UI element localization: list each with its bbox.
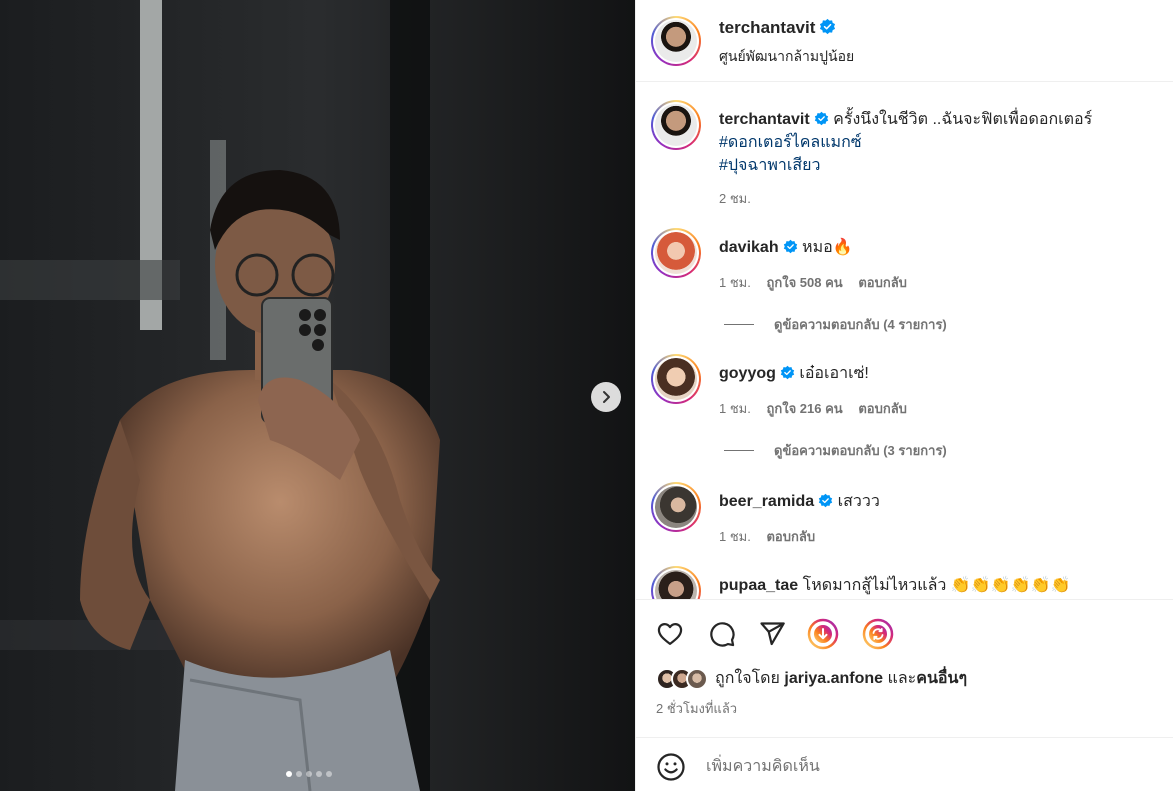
- verified-badge-icon: [780, 365, 795, 380]
- repost-button[interactable]: [862, 618, 894, 650]
- liked-by-prefix: ถูกใจโดย: [715, 670, 780, 687]
- comment-button[interactable]: [706, 618, 738, 650]
- post-media: [0, 0, 635, 791]
- liked-by-user[interactable]: jariya.anfone: [784, 670, 883, 688]
- carousel-indicator: [286, 771, 332, 777]
- liked-by-others[interactable]: คนอื่นๆ: [916, 666, 967, 691]
- heart-icon: [657, 622, 683, 646]
- download-button[interactable]: [807, 618, 839, 650]
- comments-list[interactable]: terchantavit ครั้งนึงในชีวิต ..ฉันจะฟิตเ…: [636, 82, 1173, 599]
- comment-likes[interactable]: ถูกใจ 216 คน: [766, 401, 842, 416]
- post-panel: terchantavit ศูนย์พัฒนากล้ามปูน้อย terch…: [635, 0, 1173, 791]
- comment-username[interactable]: beer_ramida: [719, 493, 814, 510]
- caption-time: 2 ชม.: [719, 191, 751, 206]
- hashtag-link[interactable]: #ดอกเตอร์ไคลแมกซ์: [719, 134, 862, 151]
- comment-username[interactable]: pupaa_tae: [719, 577, 798, 594]
- comment-text: เอ๋อเอาเซ่!: [799, 365, 869, 382]
- share-button[interactable]: [756, 618, 788, 650]
- verified-badge-icon: [783, 239, 797, 254]
- post-timestamp[interactable]: 2 ชั่วโมงที่แล้ว: [656, 698, 737, 719]
- comment-input[interactable]: [706, 752, 1146, 782]
- view-replies-label: ดูข้อความตอบกลับ (3 รายการ): [774, 443, 947, 458]
- post-header: terchantavit ศูนย์พัฒนากล้ามปูน้อย: [636, 0, 1173, 82]
- repost-icon: [862, 618, 894, 650]
- reply-button[interactable]: ตอบกลับ: [858, 401, 907, 416]
- send-icon: [760, 622, 785, 646]
- commenter-avatar[interactable]: [651, 566, 701, 599]
- carousel-dot: [316, 771, 322, 777]
- carousel-dot: [326, 771, 332, 777]
- comment-username[interactable]: goyyog: [719, 365, 776, 382]
- post-location[interactable]: ศูนย์พัฒนากล้ามปูน้อย: [719, 46, 854, 68]
- caption-text: ครั้งนึงในชีวิต ..ฉันจะฟิตเพื่อดอกเตอร์: [833, 111, 1093, 128]
- add-comment-bar: [636, 737, 1173, 791]
- post-actions: ถูกใจโดย jariya.anfone และ คนอื่นๆ 2 ชั่ว…: [636, 599, 1173, 737]
- next-image-button[interactable]: [591, 382, 621, 412]
- carousel-dot: [296, 771, 302, 777]
- verified-badge-icon: [820, 18, 836, 35]
- commenter-avatar[interactable]: [651, 354, 701, 404]
- caption-username[interactable]: terchantavit: [719, 111, 810, 128]
- download-icon: [807, 618, 839, 650]
- view-replies-label: ดูข้อความตอบกลับ (4 รายการ): [774, 317, 947, 332]
- chevron-right-icon: [603, 391, 610, 403]
- reply-button[interactable]: ตอบกลับ: [858, 275, 907, 290]
- replies-dash: [724, 450, 754, 451]
- comment-text: โหดมากสู้ไม่ไหวแล้ว 👏👏👏👏👏👏: [802, 577, 1071, 594]
- liked-by-avatars[interactable]: [656, 667, 708, 690]
- like-button[interactable]: [654, 618, 686, 650]
- comment-time: 1 ชม.: [719, 275, 751, 290]
- replies-dash: [724, 324, 754, 325]
- commenter-avatar[interactable]: [651, 482, 701, 532]
- liked-by-row: ถูกใจโดย jariya.anfone และ คนอื่นๆ: [656, 666, 967, 691]
- carousel-dot: [286, 771, 292, 777]
- emoji-icon[interactable]: [656, 752, 686, 782]
- caption-avatar[interactable]: [651, 100, 701, 150]
- comment-likes[interactable]: ถูกใจ 508 คน: [766, 275, 842, 290]
- hashtag-link[interactable]: #ปุจฉาพาเสียว: [719, 157, 820, 174]
- carousel-dot: [306, 771, 312, 777]
- comment-time: 1 ชม.: [719, 401, 751, 416]
- reply-button[interactable]: ตอบกลับ: [766, 529, 815, 544]
- post-photo: [0, 0, 635, 791]
- author-avatar[interactable]: [651, 16, 701, 66]
- author-username[interactable]: terchantavit: [719, 18, 815, 37]
- comment-text: หมอ🔥: [802, 239, 853, 256]
- comment-text: เสววว: [837, 493, 880, 510]
- comment-username[interactable]: davikah: [719, 239, 779, 256]
- liked-by-connector: และ: [887, 670, 917, 687]
- avatar: [686, 667, 708, 690]
- verified-badge-icon: [814, 111, 828, 126]
- view-replies-button[interactable]: ดูข้อความตอบกลับ (4 รายการ): [724, 314, 947, 335]
- commenter-avatar[interactable]: [651, 228, 701, 278]
- verified-badge-icon: [818, 493, 833, 508]
- comment-icon: [710, 622, 735, 647]
- comment-time: 1 ชม.: [719, 529, 751, 544]
- view-replies-button[interactable]: ดูข้อความตอบกลับ (3 รายการ): [724, 440, 947, 461]
